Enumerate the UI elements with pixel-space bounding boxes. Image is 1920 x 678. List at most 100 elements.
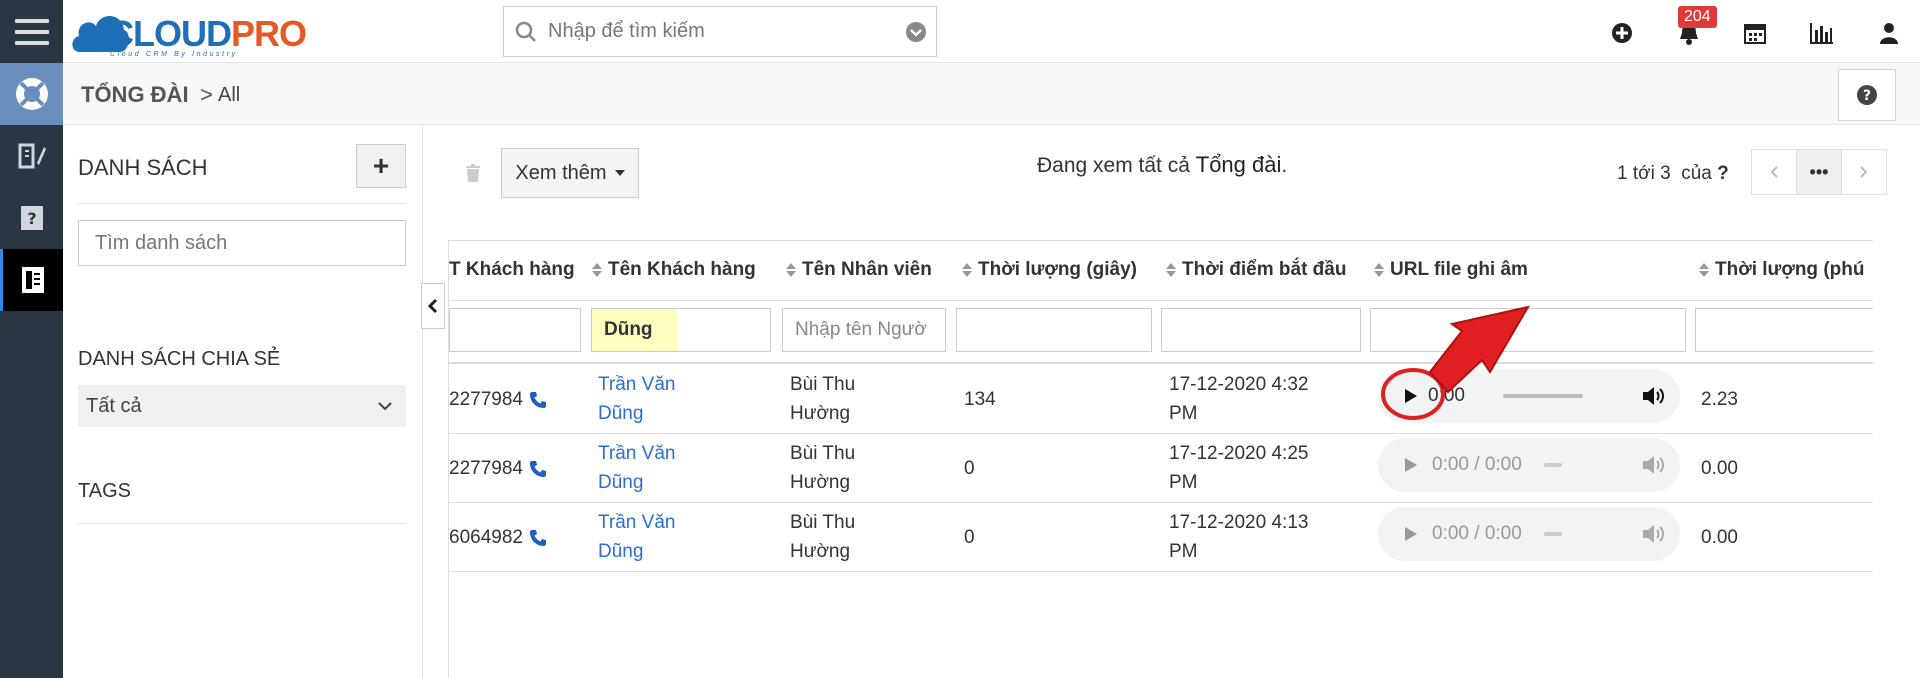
table-cell-customer[interactable]: Trần Văn Dũng [598,439,675,497]
play-icon[interactable] [1404,388,1418,404]
chart-icon[interactable] [1805,16,1839,50]
filter-minutes-input[interactable] [1695,308,1873,352]
viewing-module: Tổng đài [1195,152,1282,177]
table-cell-phone[interactable]: 6064982 [449,523,547,552]
filter-start-time-input[interactable] [1161,308,1361,352]
audio-seek-slider[interactable] [1543,463,1562,467]
svg-text:?: ? [1863,88,1871,104]
sort-icon [962,263,972,277]
column-header-minutes[interactable]: Thời lượng (phú [1699,259,1864,281]
prev-page-button[interactable] [1751,149,1797,195]
table-cell-start-time: 17-12-2020 4:25 PM [1169,443,1309,493]
table-cell-employee: Bùi Thu Hường [790,374,856,424]
plus-circle-icon[interactable] [1605,16,1639,50]
collapse-panel-button[interactable] [421,283,445,329]
play-icon[interactable] [1404,526,1418,542]
notification-badge: 204 [1678,6,1717,28]
audio-player: 0:00 / 0:00 [1378,507,1680,561]
column-header-phone[interactable]: T Khách hàng [449,259,575,281]
volume-icon[interactable] [1642,454,1666,476]
audio-seek-slider[interactable] [1543,532,1562,536]
more-actions-button[interactable]: Xem thêm [501,148,639,198]
sort-icon [786,263,796,277]
logo-text: CLOUDPRO [108,13,307,54]
phone-icon[interactable] [529,460,547,478]
column-header-customer[interactable]: Tên Khách hàng [592,259,756,281]
audio-time: 0:00 / 0:00 [1432,454,1522,475]
filter-duration-input[interactable] [956,308,1152,352]
column-header-duration[interactable]: Thời lượng (giây) [962,259,1137,281]
breadcrumb: TỔNG ĐÀI > All ? [63,63,1920,125]
sort-icon [1374,263,1384,277]
table-cell-duration: 134 [964,389,996,410]
pagination-range: 1 tới 3 [1617,163,1671,184]
audio-time: 0:00 / 0:00 [1432,523,1522,544]
chevron-right-icon [1860,166,1868,178]
calendar-icon[interactable] [1738,16,1772,50]
call-log-table: T Khách hàng Tên Khách hàng Tên Nhân viê… [448,240,1873,678]
column-header-recording-url[interactable]: URL file ghi âm [1374,259,1528,281]
tags-title: TAGS [78,480,131,502]
divider [449,502,1873,503]
divider [449,300,1873,301]
shared-list-select[interactable]: Tất cả [78,385,406,427]
column-header-start-time[interactable]: Thời điểm bắt đầu [1166,259,1346,281]
pagination-total[interactable]: ? [1717,163,1729,184]
audio-time: 0:00 [1428,385,1465,406]
icon-sidebar: ? [0,63,63,678]
next-page-button[interactable] [1841,149,1887,195]
help-button[interactable]: ? [1838,69,1896,121]
page-options-button[interactable]: ••• [1796,149,1842,195]
pagination-info: 1 tới 3 của ? [1617,163,1729,185]
filter-phone-input[interactable] [449,308,581,352]
divider [78,203,406,204]
user-icon[interactable] [1872,16,1906,50]
chevron-left-icon [428,298,438,314]
phone-icon[interactable] [529,391,547,409]
global-search[interactable] [503,6,937,57]
volume-icon[interactable] [1642,523,1666,545]
breadcrumb-current[interactable]: All [218,84,240,107]
volume-icon[interactable] [1642,385,1666,407]
audio-player: 0:00 / 0:00 [1378,438,1680,492]
phone-icon[interactable] [529,529,547,547]
viewing-prefix: Đang xem tất cả [1037,154,1190,177]
table-cell-phone[interactable]: 2277984 [449,385,547,414]
shared-list-title: DANH SÁCH CHIA SẺ [78,348,281,370]
table-cell-customer[interactable]: Trần Văn Dũng [598,508,675,566]
filter-employee-input[interactable] [782,308,946,352]
top-header: CLOUDPRO Cloud CRM By Industry 204 [0,0,1920,63]
caret-down-icon [614,170,625,176]
pagination-of: của [1681,163,1712,184]
divider [78,523,406,524]
add-list-button[interactable]: + [356,144,406,188]
breadcrumb-separator: > [200,82,213,107]
support-icon[interactable] [0,63,63,125]
menu-icon[interactable] [0,0,63,63]
divider [449,362,1873,364]
delete-button[interactable] [448,148,498,198]
phone-book-icon[interactable] [0,249,63,311]
table-cell-duration: 0 [964,527,975,548]
search-input[interactable] [548,20,896,43]
list-search-input[interactable] [78,220,406,266]
audio-seek-slider[interactable] [1502,394,1583,398]
filter-customer-input[interactable] [591,308,771,352]
table-cell-minutes: 2.23 [1701,389,1738,410]
list-panel: DANH SÁCH + DANH SÁCH CHIA SẺ Tất cả TAG… [63,125,423,678]
filter-recording-input[interactable] [1370,308,1686,352]
play-icon[interactable] [1404,457,1418,473]
chevron-down-circle-icon[interactable] [896,21,936,43]
help-book-icon[interactable]: ? [0,187,63,249]
table-cell-phone[interactable]: 2277984 [449,454,547,483]
table-cell-employee: Bùi Thu Hường [790,443,856,493]
chevron-down-icon [378,402,392,411]
table-cell-customer[interactable]: Trần Văn Dũng [598,370,675,428]
list-title: DANH SÁCH [78,155,208,180]
viewing-info: Đang xem tất cả Tổng đài. [1037,152,1287,178]
table-cell-start-time: 17-12-2020 4:13 PM [1169,512,1309,562]
logo[interactable]: CLOUDPRO Cloud CRM By Industry [70,6,310,58]
book-edit-icon[interactable] [0,125,63,187]
breadcrumb-module[interactable]: TỔNG ĐÀI [81,82,189,108]
column-header-employee[interactable]: Tên Nhân viên [786,259,932,281]
